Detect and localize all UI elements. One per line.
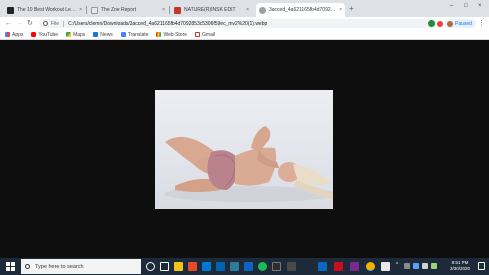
extension-green-icon[interactable] [428, 20, 435, 27]
bookmark-label: News [100, 31, 113, 38]
cortana-icon[interactable] [146, 262, 155, 271]
tab-zoe-report[interactable]: The Zoe Report × [88, 3, 168, 17]
battery-icon[interactable] [431, 263, 437, 269]
volume-icon[interactable] [422, 263, 428, 269]
app-gray-icon[interactable] [287, 262, 296, 271]
image-viewer [0, 40, 489, 258]
tab-label: The 10 Best Workout Leggings [17, 7, 77, 13]
back-button[interactable]: ← [5, 19, 12, 28]
bookmark-label: Web Store [163, 31, 188, 38]
webstore-icon [156, 32, 162, 37]
bookmarks-bar: Apps YouTube Maps News Translate Web Sto… [0, 30, 489, 40]
globe-icon [259, 6, 266, 14]
task-view-icon[interactable] [160, 262, 169, 271]
spotify-icon[interactable] [258, 262, 267, 271]
tab-label: The Zoe Report [101, 7, 137, 13]
bookmark-label: Apps [12, 31, 24, 38]
apps-icon [5, 32, 10, 37]
youtube-icon [31, 32, 37, 37]
bookmark-apps[interactable]: Apps [5, 32, 23, 38]
close-icon[interactable]: × [79, 7, 82, 13]
info-icon[interactable] [43, 21, 48, 26]
clock-date: 3/30/2020 [449, 266, 471, 271]
app-dark-icon[interactable] [272, 262, 281, 271]
browser-toolbar: ← → ↻ File C:/Users/clemn/Downloads/3acc… [0, 17, 489, 30]
bookmark-label: Maps [73, 31, 86, 38]
tab-nature-edit[interactable]: NATURE(R)INSK EDIT × [171, 3, 252, 17]
translate-icon [120, 32, 126, 37]
tab-label: NATURE(R)INSK EDIT [184, 7, 236, 13]
bookmark-label: Gmail [202, 31, 216, 38]
close-icon[interactable]: × [246, 7, 249, 13]
chrome-icon[interactable] [366, 262, 375, 271]
network-icon[interactable] [413, 263, 419, 269]
bookmark-translate[interactable]: Translate [120, 31, 149, 38]
close-icon[interactable]: × [162, 7, 165, 13]
bookmark-maps[interactable]: Maps [66, 32, 85, 38]
tab-workout-leggings[interactable]: The 10 Best Workout Leggings × [4, 3, 85, 17]
app-purple-icon[interactable] [350, 262, 359, 271]
extension-red-icon[interactable] [437, 20, 443, 27]
bookmark-label: YouTube [38, 31, 59, 38]
reload-button[interactable]: ↻ [27, 19, 33, 28]
edge-icon[interactable] [202, 262, 211, 271]
profile-button[interactable]: Paused [445, 19, 476, 28]
windows-taskbar: Type here to search ^ 8:51 PM 3/30/2020 [0, 258, 489, 275]
address-bar[interactable]: File C:/Users/clemn/Downloads/3acced_4a6… [39, 19, 437, 28]
address-divider [63, 20, 65, 27]
new-tab-button[interactable]: + [349, 4, 354, 13]
store-icon[interactable] [216, 262, 225, 271]
address-scheme: File [51, 20, 60, 27]
displayed-photo[interactable] [155, 90, 333, 209]
profile-status: Paused [455, 20, 472, 27]
taskbar-clock[interactable]: 8:51 PM 3/30/2020 [445, 260, 475, 272]
minimize-button[interactable]: – [450, 3, 453, 9]
forward-button[interactable]: → [16, 19, 23, 28]
bookmark-web-store[interactable]: Web Store [156, 32, 187, 38]
close-icon[interactable]: × [339, 7, 342, 13]
search-icon [25, 264, 30, 269]
notification-icon[interactable] [478, 262, 485, 270]
tab-label: 3acced_4a621165fb4d7092853 [269, 7, 338, 13]
tab-favicon-red [174, 6, 181, 14]
maximize-button[interactable]: □ [464, 3, 468, 9]
app-red-icon[interactable] [334, 262, 343, 271]
tab-divider [86, 6, 87, 14]
bookmark-youtube[interactable]: YouTube [31, 32, 58, 38]
tray-caret-icon[interactable]: ^ [396, 262, 398, 268]
app-light-icon[interactable] [381, 262, 390, 271]
bookmark-label: Translate [127, 31, 149, 38]
gmail-icon [195, 32, 201, 37]
bookmark-news[interactable]: News [93, 32, 113, 38]
news-icon [93, 32, 99, 37]
tab-strip: The 10 Best Workout Leggings × The Zoe R… [0, 0, 489, 17]
menu-icon[interactable]: ⋮ [478, 19, 485, 27]
taskbar-search-box[interactable]: Type here to search [21, 259, 141, 274]
office-icon[interactable] [188, 262, 197, 271]
address-url: C:/Users/clemn/Downloads/3acced_4a621165… [68, 20, 268, 27]
tray-app-icon[interactable] [404, 263, 410, 269]
windows-start-icon[interactable] [6, 262, 15, 271]
browser-window: The 10 Best Workout Leggings × The Zoe R… [0, 0, 489, 275]
mail-icon[interactable] [230, 262, 239, 271]
bookmark-gmail[interactable]: Gmail [195, 32, 215, 38]
app-icon[interactable] [244, 262, 253, 271]
search-placeholder: Type here to search [35, 263, 84, 270]
avatar [447, 20, 453, 27]
tab-divider [169, 6, 170, 14]
close-window-button[interactable]: × [478, 3, 482, 9]
file-explorer-icon[interactable] [174, 262, 183, 271]
tab-favicon-zoe [91, 6, 98, 14]
tab-active-image[interactable]: 3acced_4a621165fb4d7092853 × [256, 3, 345, 17]
app-blue-icon[interactable] [318, 262, 327, 271]
maps-icon [66, 32, 72, 37]
photo-figure-illustration [164, 126, 333, 202]
tab-favicon-dark [7, 6, 14, 14]
